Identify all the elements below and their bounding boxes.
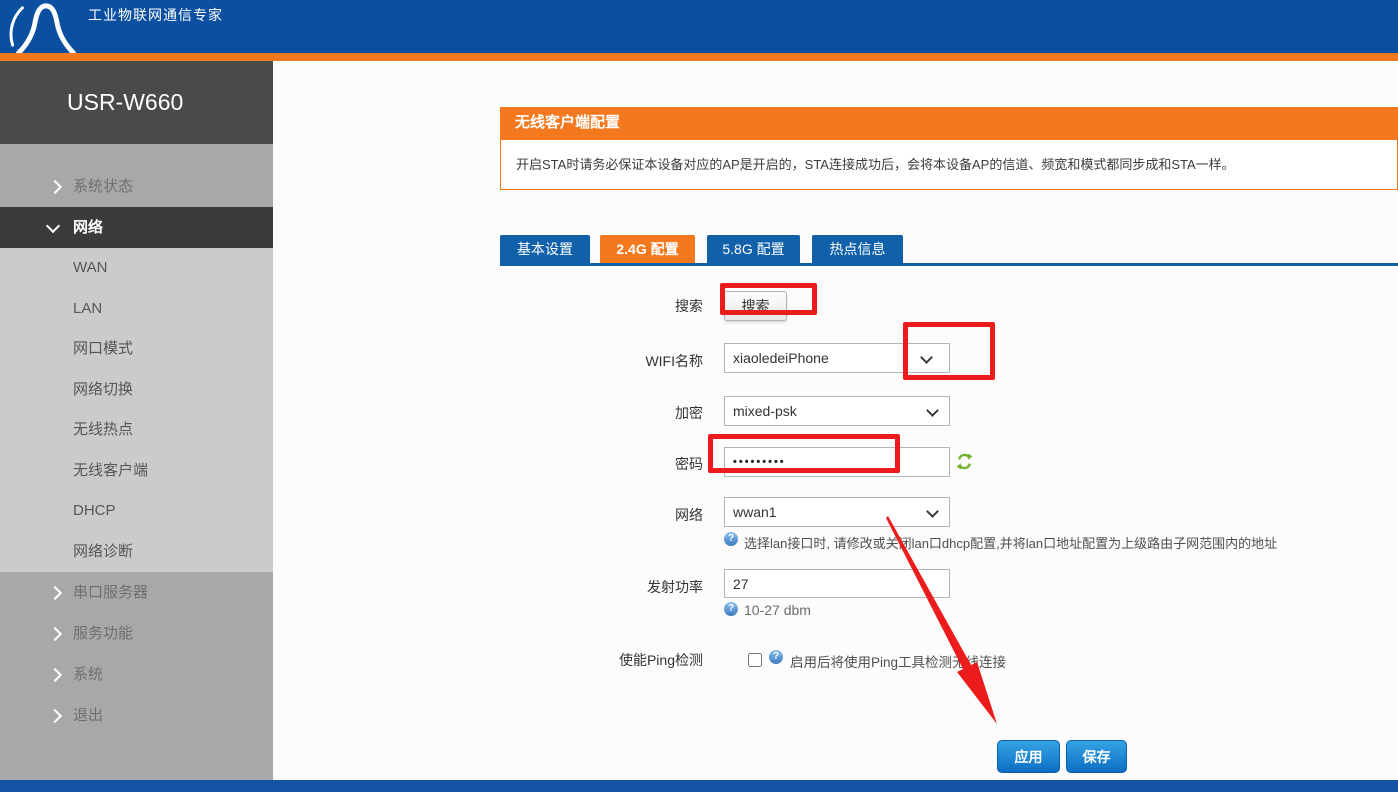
tx-power-help-text: 10-27 dbm — [744, 602, 811, 618]
header-accent-strip — [0, 53, 1398, 61]
chevron-right-icon — [47, 585, 63, 601]
tab-2-4g-config[interactable]: 2.4G 配置 — [600, 235, 695, 263]
search-button[interactable]: 搜索 — [724, 291, 787, 321]
sidebar-section-top: 系统状态 — [0, 144, 273, 207]
sidebar: USR-W660 系统状态 网络 WAN LAN 网口模式 网络切换 无线热点 … — [0, 61, 273, 780]
chevron-right-icon — [47, 708, 63, 724]
search-label: 搜索 — [675, 298, 703, 314]
encryption-label: 加密 — [675, 405, 703, 421]
sidebar-item-wan[interactable]: WAN — [0, 248, 273, 289]
sidebar-item-system-status[interactable]: 系统状态 — [0, 166, 273, 207]
brand-tagline: 工业物联网通信专家 — [88, 7, 223, 23]
chevron-down-icon — [926, 404, 939, 417]
password-label: 密码 — [675, 456, 703, 472]
device-name: USR-W660 — [0, 61, 273, 144]
sidebar-item-wireless-ap[interactable]: 无线热点 — [0, 410, 273, 451]
tab-5-8g-config[interactable]: 5.8G 配置 — [707, 235, 800, 263]
sidebar-submenu: WAN LAN 网口模式 网络切换 无线热点 无线客户端 DHCP 网络诊断 — [0, 248, 273, 572]
wifi-name-label: WIFI名称 — [645, 353, 703, 369]
sidebar-item-wireless-client[interactable]: 无线客户端 — [0, 451, 273, 492]
tab-underline — [500, 263, 1398, 266]
sidebar-item-port-mode[interactable]: 网口模式 — [0, 329, 273, 370]
chevron-down-icon — [926, 505, 939, 518]
ping-help-text: 启用后将使用Ping工具检测无线连接 — [790, 655, 1007, 670]
chevron-right-icon — [47, 179, 63, 195]
help-icon: ? — [724, 532, 738, 546]
help-icon: ? — [769, 650, 783, 664]
network-label: 网络 — [675, 507, 703, 523]
wifi-name-input[interactable] — [724, 343, 906, 373]
sidebar-item-system[interactable]: 系统 — [0, 654, 273, 695]
tx-power-input[interactable] — [724, 569, 950, 598]
sidebar-item-network-diagnosis[interactable]: 网络诊断 — [0, 532, 273, 573]
chevron-right-icon — [47, 626, 63, 642]
tx-power-label: 发射功率 — [647, 579, 703, 595]
help-icon: ? — [724, 602, 738, 616]
apply-button[interactable]: 应用 — [997, 740, 1060, 773]
ping-detect-checkbox[interactable] — [748, 653, 762, 667]
sidebar-item-dhcp[interactable]: DHCP — [0, 491, 273, 532]
page-title: 无线客户端配置 — [500, 107, 1398, 139]
password-input[interactable] — [724, 447, 950, 477]
brand-logo-icon — [9, 3, 76, 53]
chevron-down-icon — [920, 351, 933, 364]
network-select[interactable]: wwan1 — [724, 497, 950, 527]
sidebar-item-serial-server[interactable]: 串口服务器 — [0, 572, 273, 613]
sidebar-section-active: 网络 — [0, 207, 273, 248]
tab-basic-settings[interactable]: 基本设置 — [500, 235, 590, 263]
chevron-down-icon — [45, 218, 61, 234]
save-button[interactable]: 保存 — [1066, 740, 1127, 773]
sidebar-item-network-switch[interactable]: 网络切换 — [0, 370, 273, 411]
sidebar-item-lan[interactable]: LAN — [0, 289, 273, 330]
wifi-name-dropdown[interactable] — [905, 343, 950, 373]
refresh-password-icon[interactable] — [956, 453, 973, 470]
tab-hotspot-info[interactable]: 热点信息 — [812, 235, 903, 263]
page-note: 开启STA时请务必保证本设备对应的AP是开启的，STA连接成功后，会将本设备AP… — [500, 139, 1398, 190]
ping-detect-label: 使能Ping检测 — [618, 652, 703, 668]
chevron-right-icon — [47, 667, 63, 683]
sidebar-item-service-function[interactable]: 服务功能 — [0, 613, 273, 654]
encryption-select[interactable]: mixed-psk — [724, 396, 950, 426]
top-header-bar: 工业物联网通信专家 — [0, 0, 1398, 53]
sidebar-item-logout[interactable]: 退出 — [0, 695, 273, 736]
sidebar-section-bottom: 串口服务器 服务功能 系统 退出 — [0, 572, 273, 780]
footer-bar — [0, 780, 1398, 792]
sidebar-item-network[interactable]: 网络 — [0, 207, 273, 248]
network-help-text: 选择lan接口时, 请修改或关闭lan口dhcp配置,并将lan口地址配置为上级… — [744, 536, 1278, 551]
